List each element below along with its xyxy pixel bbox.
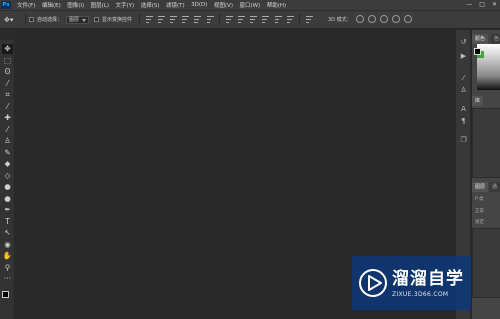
lasso-icon[interactable]: ʘ — [2, 67, 13, 77]
watermark-title: 溜溜自学 — [392, 268, 464, 289]
more-tools-icon[interactable]: ··· — [2, 274, 13, 284]
panels-column: 颜色 色 库 图层 通 P 类 正常 锁定 — [471, 30, 500, 319]
paint-bucket-icon[interactable]: ◇ — [2, 171, 13, 181]
watermark-overlay: 溜溜自学 ZIXUE.3D66.COM — [352, 256, 471, 310]
eraser-icon[interactable]: ◆ — [2, 159, 13, 169]
clone-stamp-icon[interactable]: ♙ — [2, 136, 13, 146]
menu-filter[interactable]: 滤镜(T) — [166, 1, 185, 9]
divider — [299, 14, 301, 25]
3d-roll-icon[interactable] — [367, 15, 376, 23]
actions-icon[interactable]: ▶ — [459, 52, 468, 61]
3d-slide-icon[interactable] — [391, 15, 400, 23]
tab-channels[interactable]: 通 — [489, 182, 500, 192]
auto-select-label: 自动选择： — [37, 17, 63, 23]
show-transform-label: 显示变换控件 — [102, 17, 133, 23]
marquee-icon[interactable]: ⬚ — [2, 56, 13, 66]
history-icon[interactable]: ↺ — [459, 38, 468, 47]
clone-source-icon[interactable]: ♙ — [459, 86, 468, 95]
align-left-icon[interactable] — [182, 16, 190, 23]
brush-settings-icon[interactable]: ⁄ — [459, 74, 468, 83]
lock-label: 锁定 — [475, 220, 484, 225]
align-top-icon[interactable] — [145, 16, 153, 23]
menu-window[interactable]: 窗口(W) — [239, 1, 260, 9]
magic-wand-icon[interactable]: ⁄ — [2, 79, 13, 89]
photoshop-logo-icon: Ps — [1, 1, 11, 9]
menu-file[interactable]: 文件(F) — [17, 1, 35, 9]
tab-color[interactable]: 颜色 — [472, 34, 489, 44]
maximize-icon[interactable]: □ — [479, 1, 485, 8]
watermark-url: ZIXUE.3D66.COM — [392, 290, 449, 298]
panel-foreground-swatch[interactable] — [474, 48, 481, 55]
align-vertical-center-icon[interactable] — [157, 16, 165, 23]
close-icon[interactable]: ✕ — [492, 1, 497, 8]
menu-layer[interactable]: 图层(L) — [91, 1, 109, 9]
foreground-color-swatch[interactable] — [2, 291, 9, 298]
blur-icon[interactable]: ● — [2, 182, 13, 192]
tab-swatches[interactable]: 色 — [491, 34, 500, 44]
auto-align-layers-icon[interactable] — [305, 16, 313, 23]
auto-select-checkbox[interactable] — [29, 17, 34, 22]
crop-icon[interactable]: ⌗ — [2, 90, 13, 100]
3d-orbit-icon[interactable] — [355, 15, 364, 23]
pen-icon[interactable]: ✒ — [2, 205, 13, 215]
menu-bar: Ps 文件(F) 编辑(E) 图像(I) 图层(L) 文字(Y) 选择(S) 滤… — [0, 0, 500, 10]
menu-type[interactable]: 文字(Y) — [116, 1, 135, 9]
menu-image[interactable]: 图像(I) — [67, 1, 84, 9]
menu-help[interactable]: 帮助(H) — [267, 1, 286, 9]
distribute-right-icon[interactable] — [286, 16, 294, 23]
divider — [139, 14, 141, 25]
brush-icon[interactable]: ⁄ — [2, 125, 13, 135]
tab-layers[interactable]: 图层 — [472, 182, 489, 192]
play-logo-icon — [359, 269, 387, 297]
tools-panel: ✥ ⬚ ʘ ⁄ ⌗ ⁄ ✚ ⁄ ♙ ✎ ◆ ◇ ● ● ✒ T ↖ ◉ ✋ ⚲ ··· — [0, 40, 15, 319]
dodge-icon[interactable]: ● — [2, 194, 13, 204]
move-icon[interactable]: ✥ — [2, 44, 13, 54]
distribute-top-icon[interactable] — [225, 16, 233, 23]
options-bar: ✥▾ 自动选择： 图层 显示变换控件 3D 模式： — [0, 10, 500, 29]
align-horizontal-center-icon[interactable] — [194, 16, 202, 23]
distribute-horizontal-center-icon[interactable] — [274, 16, 282, 23]
distribute-left-icon[interactable] — [262, 16, 270, 23]
3d-panel-icon[interactable]: ❒ — [459, 136, 468, 145]
align-right-icon[interactable] — [206, 16, 214, 23]
3d-mode-group: 3D 模式： — [328, 15, 412, 23]
shape-icon[interactable]: ◉ — [2, 240, 13, 250]
character-icon[interactable]: A — [459, 105, 468, 114]
menu-edit[interactable]: 编辑(E) — [42, 1, 61, 9]
menu-3d[interactable]: 3D(D) — [191, 2, 207, 8]
3d-mode-label: 3D 模式： — [328, 16, 352, 23]
divider — [25, 14, 26, 25]
layers-list — [472, 228, 500, 298]
window-controls: — □ ✕ — [466, 1, 497, 8]
hand-icon[interactable]: ✋ — [2, 251, 13, 261]
history-brush-icon[interactable]: ✎ — [2, 148, 13, 158]
distribute-vertical-center-icon[interactable] — [237, 16, 245, 23]
menu-view[interactable]: 视图(V) — [214, 1, 233, 9]
healing-brush-icon[interactable]: ✚ — [2, 113, 13, 123]
eyedropper-icon[interactable]: ⁄ — [2, 102, 13, 112]
minimize-icon[interactable]: — — [466, 1, 472, 8]
align-bottom-icon[interactable] — [170, 16, 178, 23]
library-panel-body — [472, 108, 500, 178]
show-transform-checkbox[interactable] — [94, 17, 100, 22]
distribute-bottom-icon[interactable] — [250, 16, 258, 23]
path-selection-icon[interactable]: ↖ — [2, 228, 13, 238]
tool-preset-picker-icon[interactable]: ✥▾ — [4, 16, 22, 24]
type-icon[interactable]: T — [2, 217, 13, 227]
auto-select-dropdown[interactable]: 图层 — [66, 15, 90, 24]
3d-scale-icon[interactable] — [403, 15, 412, 23]
zoom-icon[interactable]: ⚲ — [2, 263, 13, 273]
paragraph-icon[interactable]: ¶ — [459, 117, 468, 126]
tab-library[interactable]: 库 — [472, 96, 484, 106]
divider — [219, 14, 221, 25]
menu-select[interactable]: 选择(S) — [141, 1, 160, 9]
3d-pan-icon[interactable] — [379, 15, 388, 23]
layers-filter-select[interactable]: P 类 — [475, 196, 484, 202]
blend-mode-select[interactable]: 正常 — [475, 208, 484, 214]
